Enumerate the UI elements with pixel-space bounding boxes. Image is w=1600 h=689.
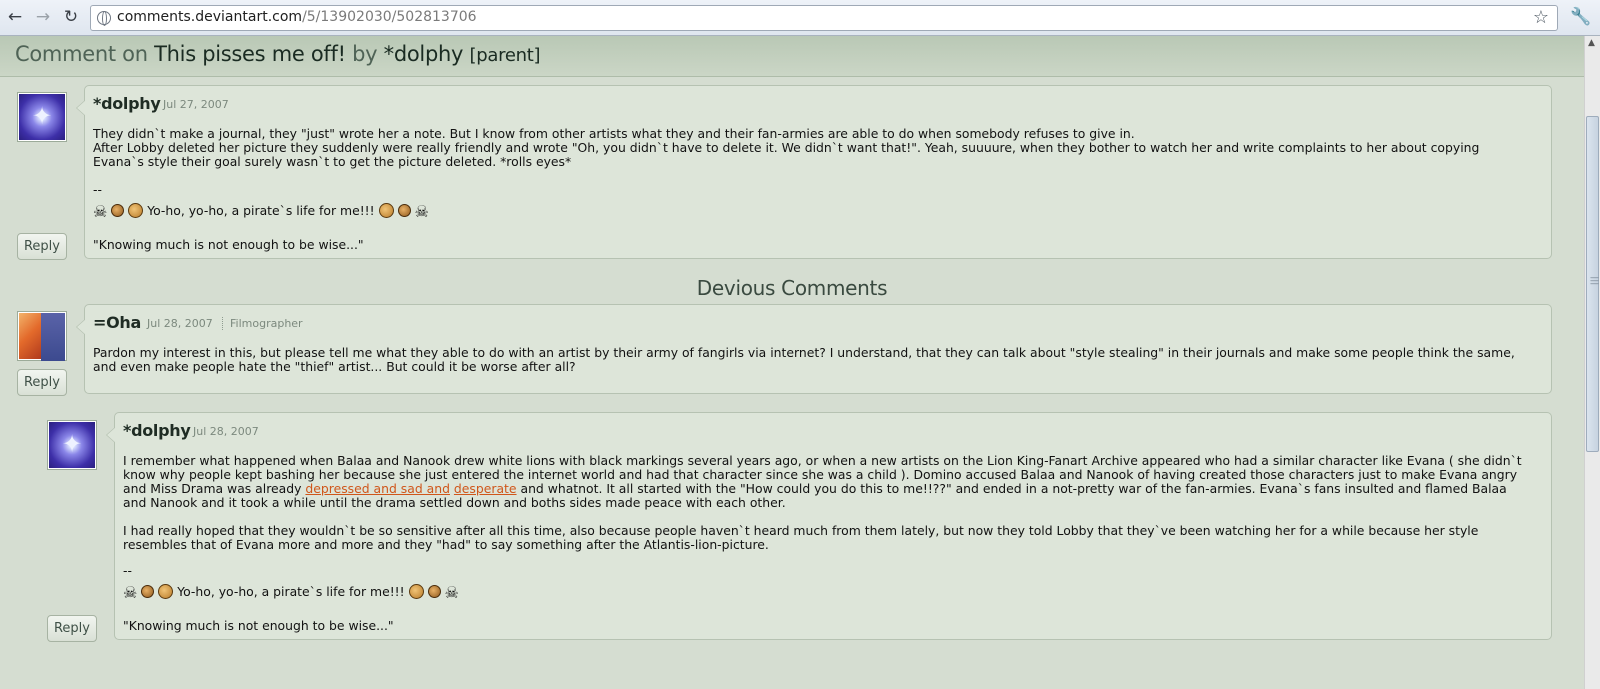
title-by: by [352, 42, 378, 66]
comment-box: *dolphy Jul 28, 2007 I remember what hap… [106, 412, 1552, 640]
signature-quote: "Knowing much is not enough to be wise..… [123, 618, 394, 633]
comment-paragraph: Pardon my interest in this, but please t… [93, 345, 1515, 374]
avatar[interactable] [47, 420, 97, 470]
comment-paragraph: They didn`t make a journal, they "just" … [93, 126, 1135, 141]
user-title: Filmographer [222, 317, 303, 330]
skull-crossbones-icon: ☠ [444, 583, 459, 602]
pirate-face-icon [111, 204, 125, 217]
comment-username[interactable]: *dolphy [123, 421, 191, 440]
comment-body: They didn`t make a journal, they "just" … [93, 127, 1531, 169]
star-icon[interactable]: ☆ [1533, 7, 1549, 28]
avatar[interactable] [17, 92, 67, 142]
page-content: Comment on This pisses me off! by *dolph… [0, 36, 1584, 689]
reply-button[interactable]: Reply [17, 369, 67, 396]
section-heading: Devious Comments [696, 276, 888, 300]
signature-dashes: -- [123, 563, 132, 578]
avatar-image [19, 94, 65, 140]
comment-box: =Oha Jul 28, 2007 Filmographer Pardon my… [76, 304, 1552, 394]
page-header: Comment on This pisses me off! by *dolph… [0, 36, 1584, 77]
arrow-right-icon[interactable]: → [32, 6, 54, 28]
journal-link[interactable]: desperate [454, 481, 517, 496]
deviation-title-link[interactable]: This pisses me off! [154, 42, 346, 66]
skull-crossbones-icon: ☠ [93, 202, 108, 221]
skull-crossbones-icon: ☠ [123, 583, 138, 602]
comment-date: Jul 27, 2007 [163, 98, 229, 111]
journal-link[interactable]: depressed and sad and [305, 481, 450, 496]
url-text[interactable]: comments.deviantart.com/5/13902030/50281… [117, 9, 477, 25]
parrot-face-icon [128, 203, 144, 218]
vertical-scrollbar[interactable]: ▲ — — — [1584, 36, 1600, 689]
globe-icon [97, 11, 111, 26]
parrot-face-icon [408, 584, 424, 599]
pirate-face-icon [141, 585, 155, 598]
comment-paragraph: I remember what happened when Balaa and … [123, 453, 1522, 510]
skull-crossbones-icon: ☠ [414, 202, 429, 221]
scroll-up-icon[interactable]: ▲ [1588, 38, 1595, 48]
comment-body: I remember what happened when Balaa and … [123, 454, 1531, 566]
signature-text: Yo-ho, yo-ho, a pirate`s life for me!!! [147, 203, 375, 218]
comment-box: *dolphy Jul 27, 2007 They didn`t make a … [76, 85, 1552, 259]
comment-paragraph: After Lobby deleted her picture they sud… [93, 140, 1480, 169]
comment-date: Jul 28, 2007 [193, 425, 259, 438]
signature-line: ☠ Yo-ho, yo-ho, a pirate`s life for me!!… [123, 584, 459, 601]
author-link[interactable]: *dolphy [384, 42, 464, 66]
grip-icon: — — — [1590, 273, 1599, 289]
signature-line: ☠ Yo-ho, yo-ho, a pirate`s life for me!!… [93, 203, 429, 220]
comment-username[interactable]: =Oha [93, 313, 141, 332]
reload-icon[interactable]: ↻ [60, 6, 82, 28]
comment-body: Pardon my interest in this, but please t… [93, 346, 1531, 374]
reply-button[interactable]: Reply [47, 615, 97, 642]
arrow-left-icon[interactable]: ← [4, 6, 26, 28]
parrot-face-icon [378, 203, 394, 218]
avatar-image [49, 422, 95, 468]
browser-toolbar: ← → ↻ comments.deviantart.com/5/13902030… [0, 0, 1600, 36]
avatar-image [19, 313, 65, 361]
comment-paragraph: I had really hoped that they wouldn`t be… [123, 523, 1479, 552]
page-title: Comment on This pisses me off! by *dolph… [15, 42, 540, 66]
reply-button[interactable]: Reply [17, 233, 67, 260]
pirate-face-icon [427, 585, 441, 598]
signature-dashes: -- [93, 182, 102, 197]
comment-date: Jul 28, 2007 [147, 317, 213, 330]
parrot-face-icon [158, 584, 174, 599]
signature-quote: "Knowing much is not enough to be wise..… [93, 237, 364, 252]
parent-link[interactable]: [parent] [470, 45, 541, 66]
scrollbar-thumb[interactable]: — — — [1586, 116, 1599, 452]
avatar[interactable] [17, 311, 67, 361]
title-prefix: Comment on [15, 42, 148, 66]
wrench-icon[interactable]: 🔧 [1570, 7, 1591, 27]
address-bar[interactable]: comments.deviantart.com/5/13902030/50281… [90, 5, 1558, 31]
pirate-face-icon [397, 204, 411, 217]
signature-text: Yo-ho, yo-ho, a pirate`s life for me!!! [177, 584, 405, 599]
comment-username[interactable]: *dolphy [93, 94, 161, 113]
